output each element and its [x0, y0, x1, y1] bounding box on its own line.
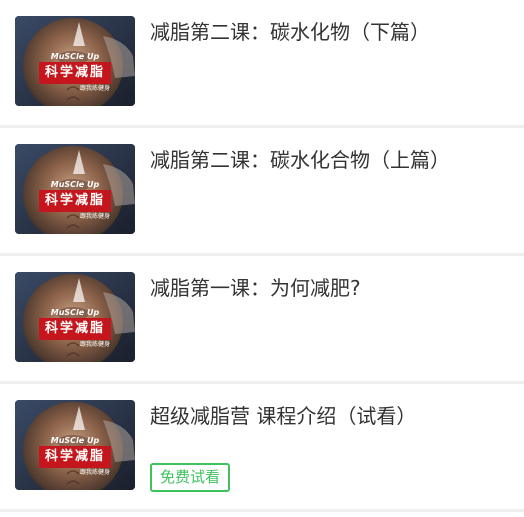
free-trial-badge[interactable]: 免费试看: [150, 463, 231, 492]
course-title[interactable]: 超级减脂营 课程介绍（试看）: [150, 400, 509, 432]
course-item-3[interactable]: MuSCle Up 科学减脂 跟我练健身 减脂第一课：为何减肥?: [0, 256, 524, 384]
course-item-2[interactable]: MuSCle Up 科学减脂 跟我练健身 减脂第二课：碳水化合物（上篇）: [0, 128, 524, 256]
course-thumbnail[interactable]: MuSCle Up 科学减脂 跟我练健身: [15, 272, 135, 362]
thumb-headline: 科学减脂: [44, 65, 105, 80]
course-title[interactable]: 减脂第一课：为何减肥?: [150, 272, 509, 304]
course-thumbnail[interactable]: MuSCle Up 科学减脂 跟我练健身: [15, 144, 135, 234]
course-list: MuSCle Up 科学减脂 跟我练健身 减脂第二课：碳水化物（下篇） MuSC…: [0, 0, 524, 512]
course-title[interactable]: 减脂第二课：碳水化合物（上篇）: [150, 144, 509, 176]
thumb-brand: MuSCle Up: [50, 180, 100, 189]
thumb-brand: MuSCle Up: [50, 436, 100, 445]
thumb-headline: 科学减脂: [44, 321, 105, 336]
thumb-sub: 跟我练健身: [79, 469, 110, 476]
thumb-sub: 跟我练健身: [79, 85, 110, 92]
thumb-headline: 科学减脂: [44, 193, 105, 208]
thumb-headline: 科学减脂: [44, 449, 105, 464]
thumb-brand: MuSCle Up: [50, 308, 100, 317]
course-item-1[interactable]: MuSCle Up 科学减脂 跟我练健身 减脂第二课：碳水化物（下篇）: [0, 0, 524, 128]
thumb-sub: 跟我练健身: [79, 213, 110, 220]
course-item-4[interactable]: MuSCle Up 科学减脂 跟我练健身 超级减脂营 课程介绍（试看） 免费试看: [0, 384, 524, 512]
thumb-sub: 跟我练健身: [79, 341, 110, 348]
course-thumbnail[interactable]: MuSCle Up 科学减脂 跟我练健身: [15, 16, 135, 106]
course-title[interactable]: 减脂第二课：碳水化物（下篇）: [150, 16, 509, 48]
course-thumbnail[interactable]: MuSCle Up 科学减脂 跟我练健身: [15, 400, 135, 490]
thumb-brand: MuSCle Up: [50, 52, 100, 61]
